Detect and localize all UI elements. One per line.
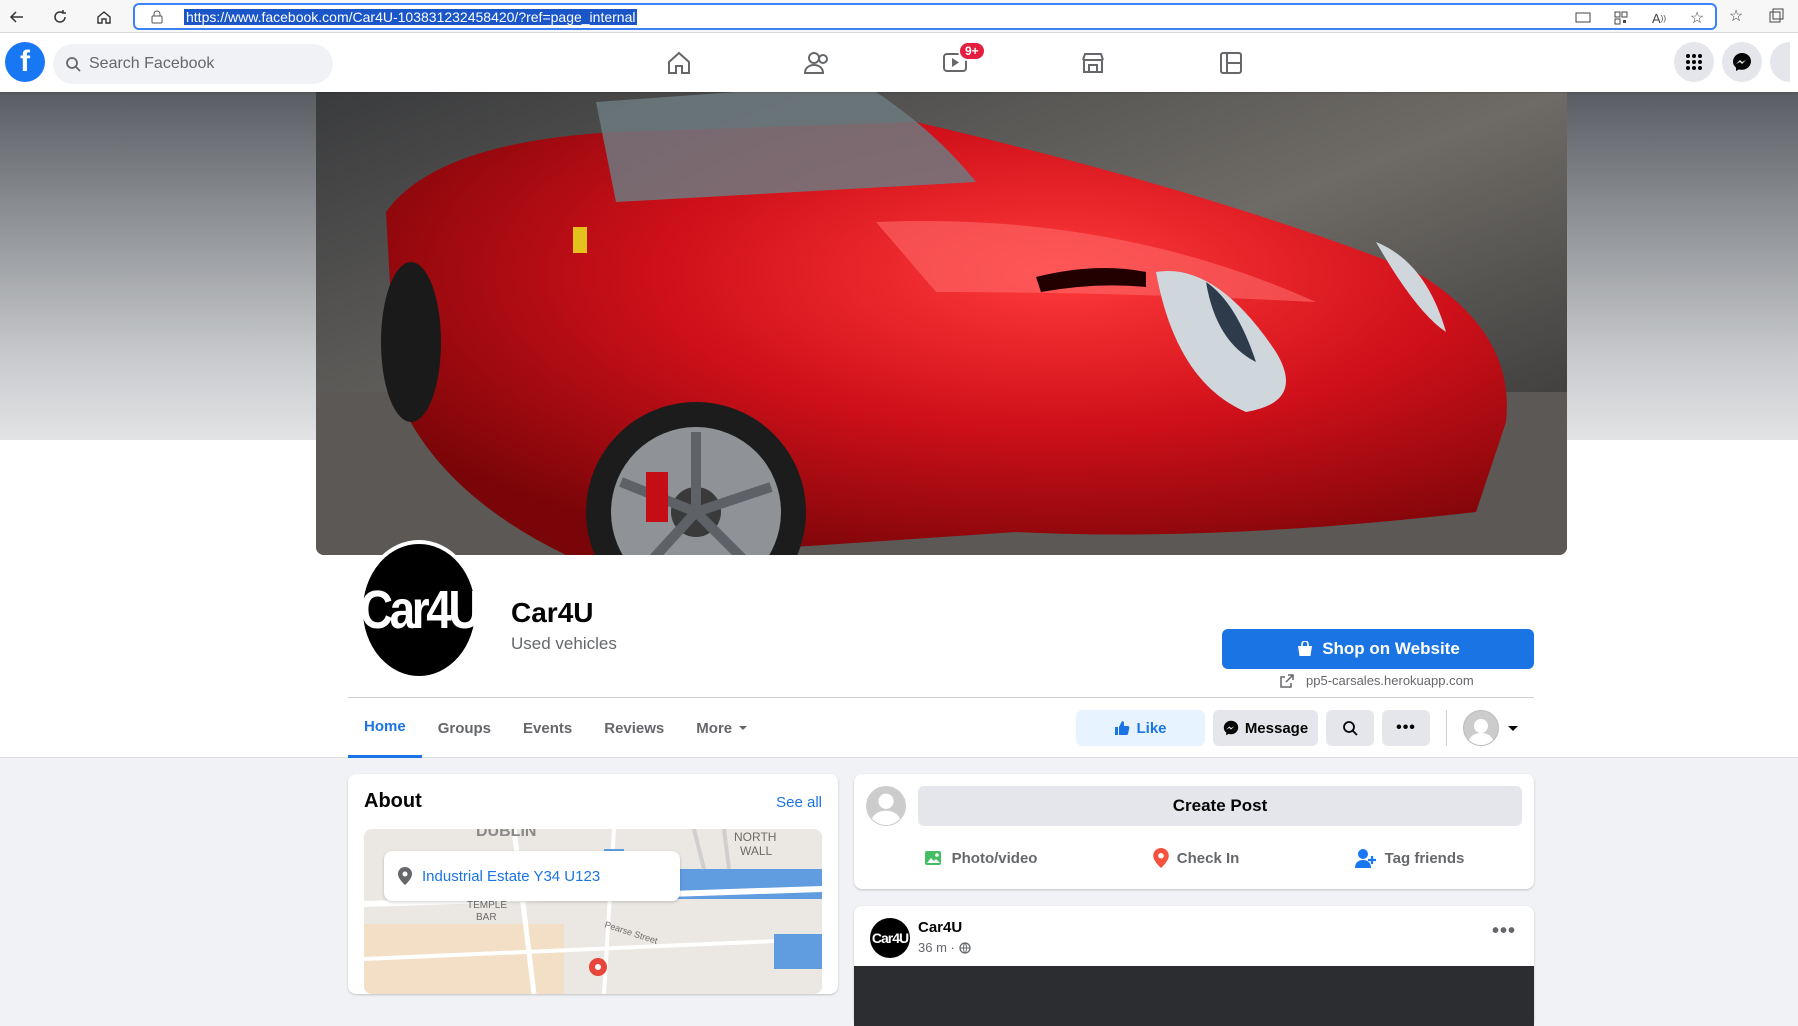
caret-down-icon <box>739 726 748 730</box>
caret-down-icon <box>1508 725 1518 731</box>
search-icon <box>66 57 81 72</box>
tag-friends-button[interactable]: Tag friends <box>1354 840 1464 876</box>
actions-divider <box>1446 710 1447 746</box>
tag-friends-icon <box>1354 849 1376 868</box>
browser-toolbar: https://www.facebook.com/Car4U-103831232… <box>0 0 1798 33</box>
address-text: Industrial Estate Y34 U123 <box>422 867 601 885</box>
post-options-icon[interactable]: ••• <box>1492 920 1516 943</box>
search-input[interactable]: Search Facebook <box>53 44 333 84</box>
map-label-wall: WALL <box>740 844 773 858</box>
create-post-card: Create Post Photo/video Check In Tag fri… <box>854 774 1534 889</box>
message-button[interactable]: Message <box>1213 710 1318 746</box>
search-page-button[interactable] <box>1326 710 1374 746</box>
post-author-avatar[interactable]: Car4U <box>870 918 910 958</box>
account-icon[interactable] <box>1770 42 1790 82</box>
nav-home-icon[interactable] <box>610 33 748 92</box>
url-text[interactable]: https://www.facebook.com/Car4U-103831232… <box>184 9 638 25</box>
nav-marketplace-icon[interactable] <box>1024 33 1162 92</box>
like-button[interactable]: Like <box>1076 710 1205 746</box>
map-label-temple: TEMPLE <box>467 900 507 911</box>
location-pin-icon <box>398 867 412 885</box>
address-bar[interactable]: https://www.facebook.com/Car4U-103831232… <box>133 3 1717 30</box>
map-address-card[interactable]: Industrial Estate Y34 U123 <box>384 851 680 901</box>
photo-video-button[interactable]: Photo/video <box>924 840 1037 876</box>
user-avatar-icon <box>866 786 906 826</box>
create-post-button[interactable]: Create Post <box>918 786 1522 826</box>
watch-badge: 9+ <box>958 41 986 61</box>
map-label-north: NORTH <box>734 830 776 844</box>
shop-button-label: Shop on Website <box>1322 639 1460 658</box>
globe-icon <box>959 941 971 954</box>
shop-icon <box>1298 641 1313 656</box>
app-available-icon[interactable] <box>1573 8 1593 28</box>
post-author-name[interactable]: Car4U <box>918 919 962 936</box>
favorites-icon[interactable]: ☆ <box>1726 6 1746 26</box>
page-tabs: Home Groups Events Reviews More <box>348 698 764 758</box>
tab-home[interactable]: Home <box>348 698 422 758</box>
location-pin-icon <box>1153 848 1169 868</box>
map-label-dublin: DUBLIN <box>476 829 536 840</box>
more-options-button[interactable]: ••• <box>1382 710 1430 746</box>
messenger-icon[interactable] <box>1722 42 1762 82</box>
tab-groups[interactable]: Groups <box>422 698 507 758</box>
back-icon[interactable] <box>4 4 30 30</box>
post-card: Car4U Car4U 36 m · ••• <box>854 906 1534 1026</box>
menu-grid-icon[interactable] <box>1674 42 1714 82</box>
messenger-small-icon <box>1223 720 1239 736</box>
post-image[interactable] <box>854 966 1534 1026</box>
page-profile-picture[interactable]: Car4U <box>359 540 482 680</box>
shop-website-link[interactable]: pp5-carsales.herokuapp.com <box>1280 673 1474 688</box>
favorite-star-icon[interactable]: ☆ <box>1687 8 1707 28</box>
about-card: About See all DUBLIN NORTH WALL TEMPLE B… <box>348 774 838 994</box>
cover-photo[interactable] <box>316 92 1567 555</box>
tab-more[interactable]: More <box>680 698 764 758</box>
nav-friends-icon[interactable] <box>748 33 886 92</box>
facebook-logo-icon[interactable]: f <box>5 42 45 82</box>
refresh-icon[interactable] <box>47 4 73 30</box>
lock-icon <box>151 10 163 29</box>
tab-events[interactable]: Events <box>507 698 588 758</box>
user-avatar-icon <box>1463 710 1499 746</box>
qr-icon[interactable] <box>1611 8 1631 28</box>
nav-watch-icon[interactable]: 9+ <box>886 33 1024 92</box>
search-placeholder: Search Facebook <box>89 55 215 72</box>
page-name[interactable]: Car4U <box>511 597 593 629</box>
map-label-bar: BAR <box>476 912 497 923</box>
switch-profile-button[interactable] <box>1463 710 1519 746</box>
shop-on-website-button[interactable]: Shop on Website <box>1222 629 1534 669</box>
check-in-button[interactable]: Check In <box>1153 840 1239 876</box>
thumbs-up-icon <box>1115 721 1130 735</box>
see-all-link[interactable]: See all <box>776 794 822 811</box>
read-aloud-icon[interactable]: A)) <box>1649 8 1669 28</box>
ellipsis-icon: ••• <box>1396 719 1416 736</box>
page-category: Used vehicles <box>511 634 617 653</box>
location-map[interactable]: DUBLIN NORTH WALL TEMPLE BAR Pearse Stre… <box>364 829 822 994</box>
external-link-icon <box>1280 673 1294 688</box>
nav-gaming-icon[interactable] <box>1162 33 1300 92</box>
facebook-top-nav: f Search Facebook 9+ <box>0 33 1798 92</box>
about-title: About <box>364 790 422 812</box>
search-icon <box>1343 721 1358 736</box>
tab-reviews[interactable]: Reviews <box>588 698 680 758</box>
shop-url-text: pp5-carsales.herokuapp.com <box>1306 673 1474 688</box>
post-timestamp[interactable]: 36 m · <box>918 940 971 955</box>
home-browser-icon[interactable] <box>91 4 117 30</box>
collections-icon[interactable] <box>1766 6 1786 26</box>
photo-icon <box>924 851 941 865</box>
